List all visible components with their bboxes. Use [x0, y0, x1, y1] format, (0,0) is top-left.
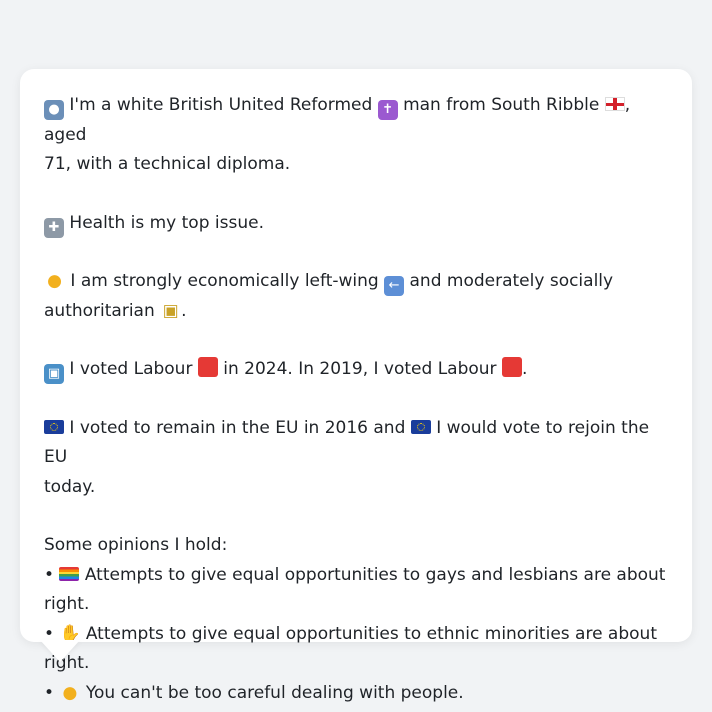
bullet: •: [44, 682, 55, 703]
hospital-icon: ✚: [44, 217, 64, 238]
eu-text-c: today.: [44, 476, 96, 497]
england-flag-icon: [604, 97, 625, 111]
intro-line-1: ● I'm a white British United Reformed ✝ …: [44, 91, 668, 150]
labour-red-square-icon: [501, 357, 522, 377]
thinking-face-icon: ●: [47, 271, 62, 291]
politics-text-b: and moderately socially: [409, 271, 614, 291]
vote-line: ▣ I voted Labour in 2024. In 2019, I vot…: [44, 355, 668, 385]
opinion-item-2: • ✋ Attempts to give equal opportunities…: [44, 620, 668, 679]
issue-text: Health is my top issue.: [69, 212, 264, 233]
opinion-item-1-cont: right.: [44, 590, 668, 620]
intro-line-2: 71, with a technical diploma.: [44, 150, 668, 180]
eu-line-1: I voted to remain in the EU in 2016 and …: [44, 414, 668, 473]
intro-text-d: 71, with a technical diploma.: [44, 154, 291, 174]
opinion-1-text-a: Attempts to give equal opportunities to …: [84, 564, 666, 585]
intro-text-b: man from South Ribble: [403, 95, 600, 115]
vote-text-b: in 2024. In 2019, I voted Labour: [223, 359, 497, 379]
eu-flag-icon: [410, 419, 431, 434]
opinion-item-3: • ● You can't be too careful dealing wit…: [44, 679, 668, 709]
latin-cross-icon: ✝: [377, 100, 398, 120]
ballot-box-icon: ▣: [44, 364, 64, 384]
bullet: •: [44, 564, 55, 585]
politics-text-a: I am strongly economically left-wing: [70, 271, 379, 291]
rainbow-flag-icon: [59, 566, 80, 581]
vote-period: .: [521, 359, 528, 379]
labour-red-square-icon: [197, 357, 218, 377]
opinion-1-text-b: right.: [44, 594, 90, 614]
eu-flag-icon: [44, 419, 64, 434]
person-silhouette-icon: ●: [44, 100, 64, 120]
politics-period: .: [181, 300, 187, 321]
issue-line: ✚ Health is my top issue.: [44, 209, 668, 239]
eu-text-a: I voted to remain in the EU in 2016 and: [69, 417, 406, 438]
intro-text-a: I'm a white British United Reformed: [69, 95, 373, 115]
lock-icon: ▣: [162, 300, 179, 321]
politics-text-c: authoritarian: [44, 300, 155, 321]
raised-eyebrow-face-icon: ●: [62, 682, 78, 703]
opinion-2-text: Attempts to give equal opportunities to …: [44, 623, 657, 674]
opinion-3-text: You can't be too careful dealing with pe…: [85, 682, 464, 703]
speech-bubble-tail: [40, 640, 80, 662]
opinions-heading: Some opinions I hold:: [44, 531, 668, 561]
left-arrow-icon: ←: [384, 276, 405, 296]
persona-card: ● I'm a white British United Reformed ✝ …: [20, 69, 692, 703]
vote-text-a: I voted Labour: [69, 359, 193, 379]
politics-line-2: authoritarian ▣.: [44, 297, 668, 327]
opinions-heading-text: Some opinions I hold:: [44, 535, 228, 555]
eu-line-2: today.: [44, 473, 668, 503]
politics-line-1: ● I am strongly economically left-wing ←…: [44, 267, 668, 297]
opinion-item-1: • Attempts to give equal opportunities t…: [44, 561, 668, 591]
